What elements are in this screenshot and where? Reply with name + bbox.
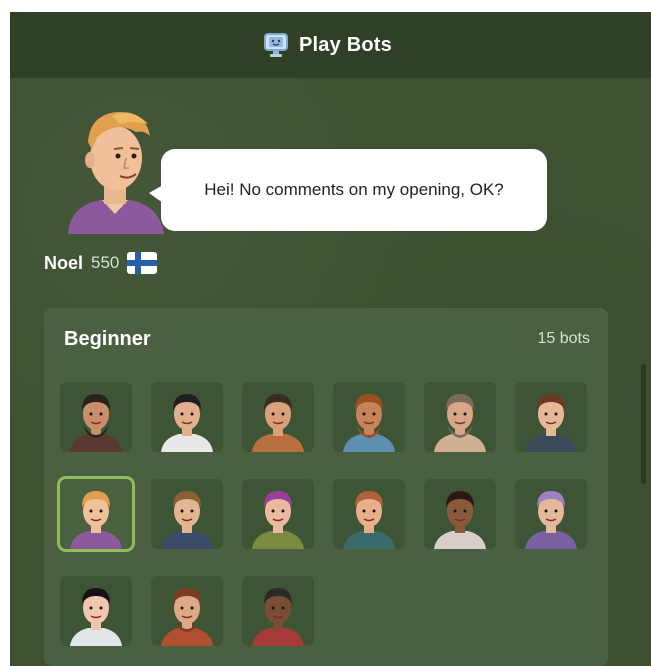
bot-avatar-8[interactable] [151,479,223,549]
bot-count: 15 bots [537,330,590,347]
bot-avatar-6[interactable] [515,382,587,452]
bot-face-icon [525,394,577,452]
bot-avatar-12[interactable] [515,479,587,549]
speech-text: Hei! No comments on my opening, OK? [204,180,504,199]
bot-face-icon [252,394,304,452]
bot-avatar-10[interactable] [333,479,405,549]
play-bots-panel: Play Bots Hei! No comments on my opening… [10,12,651,666]
speech-bubble-tail [149,185,163,203]
bot-avatar-5[interactable] [424,382,496,452]
section-title: Beginner [64,328,151,350]
bot-face-icon [70,588,122,646]
beginner-bots-section: Beginner 15 bots [44,308,608,666]
bot-avatar-4[interactable] [333,382,405,452]
selected-bot-info: Noel 550 [44,252,158,274]
bot-avatar-1[interactable] [60,382,132,452]
bot-face-icon [343,491,395,549]
bot-face-icon [434,394,486,452]
selected-bot-avatar [68,112,164,234]
bot-avatar-14[interactable] [151,576,223,646]
header-bar: Play Bots [10,12,651,78]
bot-face-icon [161,491,213,549]
bot-avatar-9[interactable] [242,479,314,549]
bot-avatar-2[interactable] [151,382,223,452]
bot-avatar-15[interactable] [242,576,314,646]
scrollbar-thumb[interactable] [641,364,646,484]
bot-face-icon [343,394,395,452]
bot-face-icon [434,491,486,549]
bot-face-icon [161,394,213,452]
speech-bubble: Hei! No comments on my opening, OK? [149,149,547,231]
finland-flag-icon [127,252,158,274]
bot-avatar-13[interactable] [60,576,132,646]
bot-face-icon [161,588,213,646]
page-title: Play Bots [299,33,392,56]
bot-face-icon [252,491,304,549]
bot-avatar-11[interactable] [424,479,496,549]
bot-face-icon [70,491,122,549]
monitor-bot-icon [264,33,289,57]
bot-face-icon [525,491,577,549]
bot-name: Noel [44,252,84,273]
bot-rating: 550 [91,253,120,272]
bot-avatar-7[interactable] [60,479,132,549]
bot-avatar-3[interactable] [242,382,314,452]
bot-face-icon [252,588,304,646]
bot-face-icon [70,394,122,452]
